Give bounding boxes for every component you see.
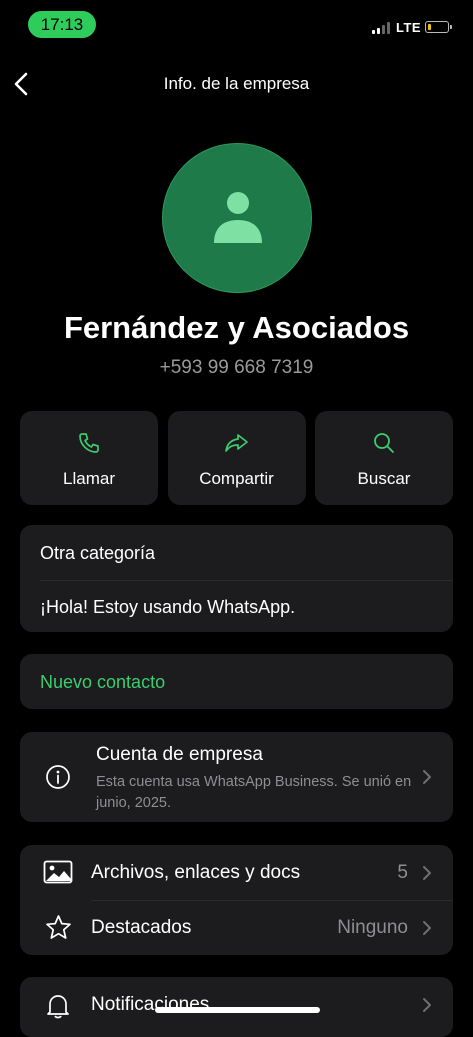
chevron-right-icon [423,770,431,784]
business-category: Otra categoría [40,543,156,563]
new-contact-button[interactable]: Nuevo contacto [20,654,453,709]
page-title: Info. de la empresa [163,74,310,93]
home-indicator[interactable] [155,1007,320,1013]
person-icon [214,192,262,243]
profile-name: Fernández y Asociados [63,310,410,345]
chevron-right-icon [423,921,431,935]
info-icon [46,765,70,789]
share-label: Compartir [199,469,274,488]
battery-level [427,23,431,30]
business-account-row[interactable]: Cuenta de empresa Esta cuenta usa WhatsA… [20,732,453,822]
chevron-right-icon [423,998,431,1012]
signal-icon [372,20,390,34]
media-card: Archivos, enlaces y docs 5 Destacados Ni… [20,845,453,955]
phone-icon [79,433,99,453]
avatar[interactable] [162,143,312,293]
search-label: Buscar [357,469,411,488]
files-count: 5 [397,862,408,883]
image-icon [43,860,73,884]
chevron-right-icon [423,866,431,880]
new-contact-label: Nuevo contacto [40,672,166,692]
battery-icon [425,21,452,33]
status-bar: 17:13 LTE [0,0,473,48]
action-buttons: Llamar Compartir Buscar [20,411,453,505]
business-title: Cuenta de empresa [96,744,263,765]
about-card: Otra categoría ¡Hola! Estoy usando Whats… [20,525,453,632]
share-button[interactable]: Compartir [167,411,306,505]
business-description: Esta cuenta usa WhatsApp Business. Se un… [96,774,412,811]
starred-row[interactable]: Destacados Ninguno [20,900,453,955]
star-icon [46,915,71,939]
starred-value: Ninguno [337,917,408,938]
search-icon [374,433,394,453]
share-arrow-icon [224,434,248,452]
call-label: Llamar [63,469,115,488]
files-label: Archivos, enlaces y docs [91,862,301,883]
bell-icon [47,995,69,1019]
files-links-docs-row[interactable]: Archivos, enlaces y docs 5 [20,845,453,900]
status-text: ¡Hola! Estoy usando WhatsApp. [40,597,296,617]
nav-bar: Info. de la empresa [0,60,473,108]
divider [40,580,453,581]
profile-phone: +593 99 668 7319 [159,357,314,378]
search-button[interactable]: Buscar [315,411,453,505]
call-button[interactable]: Llamar [20,411,158,505]
starred-label: Destacados [91,917,192,938]
network-label: LTE [396,20,422,35]
status-time[interactable]: 17:13 [28,11,96,38]
